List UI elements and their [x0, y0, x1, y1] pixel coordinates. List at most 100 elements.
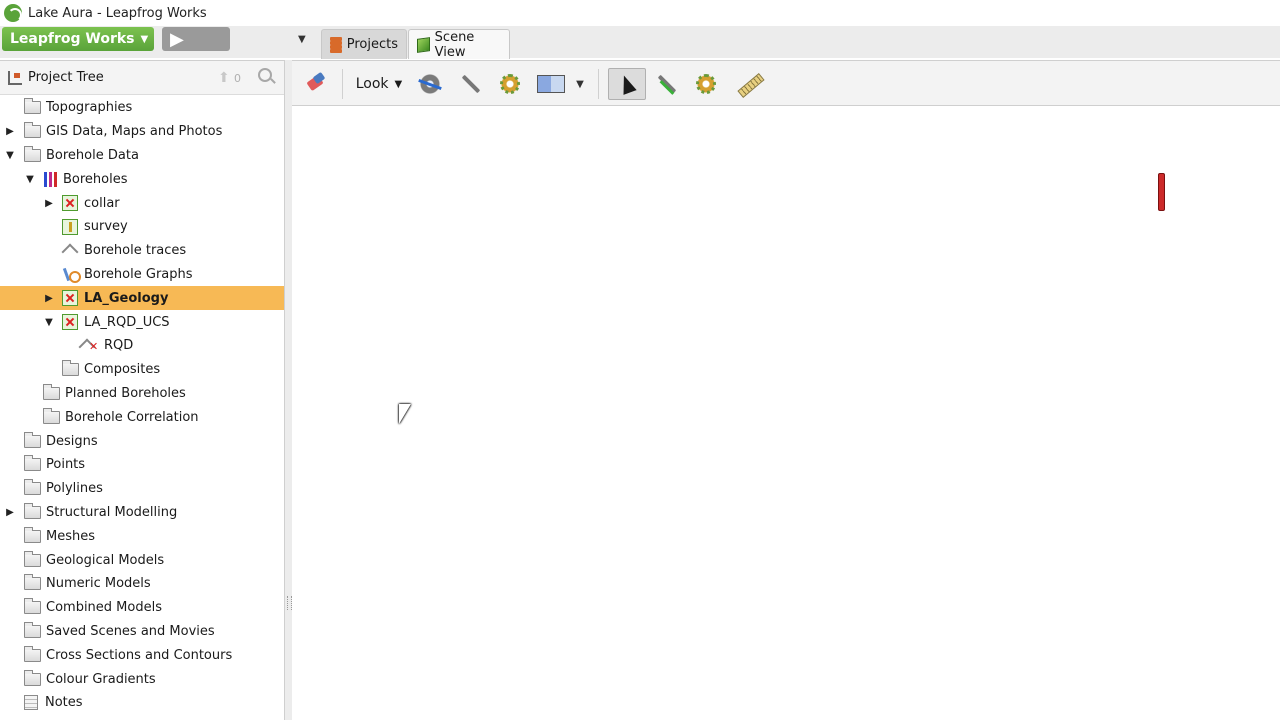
- select-pointer-button[interactable]: [608, 68, 646, 100]
- tree-item-notes[interactable]: Notes: [0, 691, 284, 715]
- tree-item-planned-boreholes[interactable]: Planned Boreholes: [0, 382, 284, 406]
- scene-view-canvas[interactable]: [292, 107, 1280, 720]
- survey-table-icon: [62, 218, 78, 235]
- folder-icon: [24, 145, 41, 162]
- tree-item-geological-models[interactable]: Geological Models: [0, 548, 284, 572]
- tree-item-rqd[interactable]: RQD: [0, 334, 284, 358]
- ruler-button[interactable]: [732, 68, 766, 100]
- tree-item-composites[interactable]: Composites: [0, 358, 284, 382]
- tree-item-gis-data[interactable]: ▶ GIS Data, Maps and Photos: [0, 120, 284, 144]
- chevron-down-icon: ▼: [394, 78, 403, 90]
- tree-item-borehole-graphs[interactable]: Borehole Graphs: [0, 263, 284, 287]
- tree-item-survey[interactable]: survey: [0, 215, 284, 239]
- tree-item-points[interactable]: Points: [0, 453, 284, 477]
- borehole-marker[interactable]: [1158, 173, 1165, 211]
- tree-item-borehole-correlation[interactable]: Borehole Correlation: [0, 405, 284, 429]
- brand-label: Leapfrog Works: [10, 31, 135, 47]
- search-icon[interactable]: [258, 68, 272, 82]
- folder-icon: [24, 98, 41, 115]
- panel-splitter[interactable]: [285, 60, 292, 720]
- tree-item-borehole-data[interactable]: ▼ Borehole Data: [0, 144, 284, 168]
- borehole-trace-icon: [62, 243, 78, 259]
- folder-icon: [24, 669, 41, 686]
- folder-icon: [62, 360, 79, 377]
- panel-layout-button[interactable]: [536, 68, 566, 100]
- table-error-icon: [62, 314, 78, 331]
- polyline-pen-icon: [654, 72, 678, 96]
- draw-polyline-button[interactable]: [650, 68, 682, 100]
- boreholes-icon: [43, 171, 58, 187]
- tree-item-saved-scenes[interactable]: Saved Scenes and Movies: [0, 620, 284, 644]
- collapse-arrow-icon[interactable]: ▼: [4, 150, 16, 161]
- slice-mode-button[interactable]: [414, 68, 446, 100]
- look-label: Look: [355, 76, 389, 92]
- ruler-icon: [737, 72, 761, 96]
- move-up-arrow-icon[interactable]: ⬆: [218, 70, 230, 86]
- expand-arrow-icon[interactable]: ▶: [43, 198, 55, 209]
- expand-arrow-icon[interactable]: ▶: [4, 126, 16, 137]
- toolbar-separator: [342, 69, 343, 99]
- table-error-icon: [62, 290, 78, 307]
- tree-item-meshes[interactable]: Meshes: [0, 524, 284, 548]
- mouse-cursor-icon: [399, 404, 411, 424]
- interval-error-icon: [80, 338, 98, 354]
- draw-slice-button[interactable]: [454, 68, 486, 100]
- tree-item-designs[interactable]: Designs: [0, 429, 284, 453]
- tabs-dropdown-icon[interactable]: ▼: [298, 34, 306, 45]
- tab-projects[interactable]: Projects: [321, 29, 407, 59]
- project-tree-header: Project Tree: [0, 61, 284, 95]
- folder-icon: [24, 550, 41, 567]
- play-icon: ▶: [170, 28, 184, 50]
- tree-item-la-geology[interactable]: ▶ LA_Geology: [0, 286, 284, 311]
- chevron-down-icon: ▼: [576, 78, 584, 90]
- notes-icon: [24, 695, 38, 711]
- folder-icon: [24, 122, 41, 139]
- tree-item-collar[interactable]: ▶ collar: [0, 191, 284, 215]
- toolbar-separator: [598, 69, 599, 99]
- menu-row: Leapfrog Works ▼ ▶ ▼ Projects Scene View: [0, 26, 1280, 60]
- tree-item-polylines[interactable]: Polylines: [0, 477, 284, 501]
- expand-arrow-icon[interactable]: ▶: [43, 293, 55, 304]
- expand-arrow-icon[interactable]: ▶: [4, 507, 16, 518]
- panel-layout-dropdown[interactable]: ▼: [572, 68, 588, 100]
- tree-item-boreholes[interactable]: ▼ Boreholes: [0, 167, 284, 191]
- window-title: Lake Aura - Leapfrog Works: [28, 5, 207, 21]
- tab-scene-view[interactable]: Scene View: [408, 29, 510, 60]
- folder-icon: [24, 598, 41, 615]
- project-tree-panel: Project Tree Topographies ▶ GIS Data, Ma…: [0, 60, 285, 720]
- folder-icon: [24, 479, 41, 496]
- projects-grid-icon: [330, 36, 342, 53]
- project-tree-title: Project Tree: [28, 70, 104, 85]
- panel-layout-icon: [537, 75, 565, 93]
- project-tree: Topographies ▶ GIS Data, Maps and Photos…: [0, 96, 284, 715]
- pointer-arrow-icon: [617, 73, 637, 95]
- tree-item-la-rqd-ucs[interactable]: ▼ LA_RQD_UCS: [0, 310, 284, 334]
- tree-item-cross-sections[interactable]: Cross Sections and Contours: [0, 643, 284, 667]
- folder-icon: [24, 502, 41, 519]
- collapse-arrow-icon[interactable]: ▼: [43, 317, 55, 328]
- collapse-arrow-icon[interactable]: ▼: [24, 174, 36, 185]
- look-dropdown[interactable]: Look ▼: [352, 68, 406, 100]
- slice-settings-button[interactable]: [494, 68, 526, 100]
- chevron-down-icon: ▼: [140, 33, 149, 45]
- clear-scene-button[interactable]: [300, 68, 332, 100]
- folder-icon: [24, 645, 41, 662]
- slicer-icon: [418, 72, 442, 96]
- tree-item-colour-gradients[interactable]: Colour Gradients: [0, 667, 284, 691]
- draw-settings-button[interactable]: [690, 68, 722, 100]
- tree-item-borehole-traces[interactable]: Borehole traces: [0, 239, 284, 263]
- gear-icon: [498, 72, 522, 96]
- folder-icon: [43, 383, 60, 400]
- table-error-icon: [62, 195, 78, 212]
- eraser-icon: [304, 72, 328, 96]
- folder-icon: [24, 526, 41, 543]
- tree-item-topographies[interactable]: Topographies: [0, 96, 284, 120]
- tree-item-structural-modelling[interactable]: ▶ Structural Modelling: [0, 501, 284, 525]
- tree-item-numeric-models[interactable]: Numeric Models: [0, 572, 284, 596]
- leapfrog-works-menu-button[interactable]: Leapfrog Works ▼: [2, 27, 154, 51]
- play-button[interactable]: ▶: [162, 27, 230, 51]
- tree-item-combined-models[interactable]: Combined Models: [0, 596, 284, 620]
- tab-projects-label: Projects: [346, 37, 398, 52]
- folder-icon: [24, 621, 41, 638]
- up-count: 0: [234, 72, 241, 85]
